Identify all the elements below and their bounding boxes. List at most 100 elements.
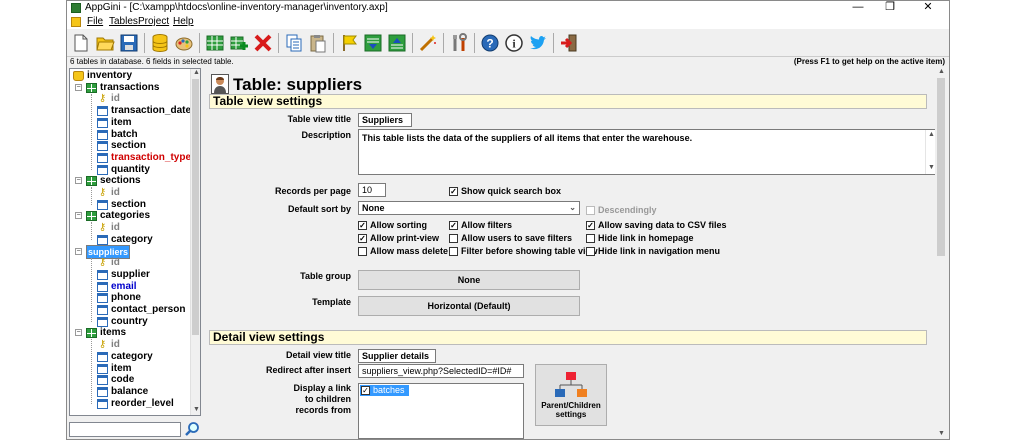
new-project-icon[interactable] (70, 32, 92, 54)
tree-scroll-thumb[interactable] (192, 79, 199, 335)
tree-field-suppliers-supplier[interactable]: supplier (97, 269, 150, 281)
scroll-down-icon[interactable]: ▼ (193, 406, 200, 413)
allow-print-view-checkbox[interactable]: ✓ Allow print-view (358, 233, 439, 243)
hide-homepage-checkbox[interactable]: Hide link in homepage (586, 233, 694, 243)
tree-field-suppliers-phone[interactable]: phone (97, 292, 141, 304)
info-icon[interactable]: i (503, 32, 525, 54)
add-table-icon[interactable] (204, 32, 226, 54)
tree-field-transactions-transaction_date[interactable]: transaction_date (97, 105, 191, 117)
database-icon[interactable] (149, 32, 171, 54)
hide-nav-checkbox[interactable]: Hide link in navigation menu (586, 246, 720, 256)
tree-field-suppliers-country[interactable]: country (97, 316, 148, 328)
allow-filters-checkbox[interactable]: ✓ Allow filters (449, 220, 512, 230)
tree-field-transactions-batch[interactable]: batch (97, 129, 138, 141)
theme-palette-icon[interactable] (173, 32, 195, 54)
detail-view-title-input[interactable]: Supplier details (358, 349, 436, 363)
restore-button[interactable]: ❐ (875, 1, 905, 15)
title-bar: AppGini - [C:\xampp\htdocs\online-invent… (67, 1, 949, 15)
open-project-icon[interactable] (94, 32, 116, 54)
menu-project[interactable]: Project (138, 15, 169, 29)
tree-field-suppliers-email[interactable]: email (97, 281, 137, 293)
tree-field-items-category-label: category (111, 350, 153, 362)
collapse-icon[interactable]: − (75, 83, 82, 91)
move-down-icon[interactable] (362, 32, 384, 54)
parent-children-settings-button[interactable]: Parent/Children settings (535, 364, 607, 426)
tree-field-sections-id[interactable]: ⚷ id (97, 187, 120, 199)
tree-field-items-id[interactable]: ⚷ id (97, 339, 120, 351)
tree-field-items-reorder_level[interactable]: reorder_level (97, 398, 174, 410)
project-tree[interactable]: inventory transactions − ⚷ id transaction_dat… (69, 68, 201, 416)
description-textarea[interactable]: This table lists the data of the supplie… (358, 129, 936, 175)
descending-checkbox[interactable]: Descendingly (586, 205, 657, 215)
tree-field-transactions-section[interactable]: section (97, 140, 146, 152)
magic-wand-icon[interactable] (417, 32, 439, 54)
tree-scrollbar[interactable]: ▲ ▼ (190, 69, 200, 415)
tree-field-transactions-quantity[interactable]: quantity (97, 164, 150, 176)
search-icon[interactable] (183, 420, 201, 438)
menu-file[interactable]: File (87, 15, 103, 29)
tree-field-sections-section[interactable]: section (97, 199, 146, 211)
key-icon: ⚷ (98, 339, 107, 351)
tools-icon[interactable] (448, 32, 470, 54)
main-scroll-thumb[interactable] (937, 78, 945, 256)
menu-tables[interactable]: Tables (109, 15, 138, 29)
tree-field-items-balance[interactable]: balance (97, 386, 148, 398)
tree-field-items-code[interactable]: code (97, 374, 134, 386)
template-button[interactable]: Horizontal (Default) (358, 296, 580, 316)
move-up-icon[interactable] (386, 32, 408, 54)
status-help-hint: (Press F1 to get help on the active item… (793, 57, 945, 66)
tree-field-categories-id[interactable]: ⚷ id (97, 222, 120, 234)
highlight-icon[interactable] (338, 32, 360, 54)
tree-table-sections-label: sections (100, 175, 141, 187)
main-scrollbar[interactable]: ▲ ▼ (935, 68, 947, 439)
collapse-icon[interactable]: − (75, 329, 82, 337)
tree-table-categories[interactable]: categories (86, 210, 150, 222)
table-view-title-input[interactable]: Suppliers (358, 113, 412, 127)
appgini-window: AppGini - [C:\xampp\htdocs\online-invent… (66, 0, 950, 440)
filter-before-checkbox[interactable]: Filter before showing table view (449, 246, 598, 256)
table-group-button[interactable]: None (358, 270, 580, 290)
records-per-page-input[interactable]: 10 (358, 183, 386, 197)
tree-field-transactions-transaction_type[interactable]: transaction_type (97, 152, 191, 164)
collapse-icon[interactable]: − (75, 177, 82, 185)
twitter-icon[interactable] (527, 32, 549, 54)
tree-field-transactions-id[interactable]: ⚷ id (97, 93, 120, 105)
collapse-icon[interactable]: − (75, 247, 82, 255)
default-sort-select[interactable]: None ⌄ (358, 201, 580, 215)
scroll-up-icon[interactable]: ▲ (938, 68, 945, 75)
scroll-up-icon[interactable]: ▲ (193, 69, 200, 76)
tree-table-suppliers[interactable]: suppliers (86, 244, 131, 259)
tree-field-items-item[interactable]: item (97, 363, 132, 375)
delete-icon[interactable] (252, 32, 274, 54)
add-field-icon[interactable] (228, 32, 250, 54)
scroll-down-icon[interactable]: ▼ (938, 430, 945, 437)
table-group-label: Table group (300, 271, 351, 281)
tree-field-suppliers-id[interactable]: ⚷ id (97, 257, 120, 269)
redirect-input[interactable]: suppliers_view.php?SelectedID=#ID# (358, 364, 524, 378)
children-list-item[interactable]: ✓ batches (360, 385, 409, 396)
minimize-button[interactable]: — (843, 1, 873, 15)
description-scrollbar[interactable]: ▲ ▼ (925, 130, 935, 174)
allow-mass-delete-checkbox[interactable]: Allow mass delete (358, 246, 448, 256)
tree-root-inventory[interactable]: inventory (73, 70, 132, 82)
tree-table-sections[interactable]: sections (86, 175, 141, 187)
close-button[interactable]: ✕ (913, 1, 943, 15)
children-records-list[interactable]: ✓ batches (358, 383, 524, 439)
tree-table-items[interactable]: items (86, 327, 126, 339)
csv-checkbox[interactable]: ✓ Allow saving data to CSV files (586, 220, 727, 230)
menu-help[interactable]: Help (173, 15, 194, 29)
allow-sorting-checkbox[interactable]: ✓ Allow sorting (358, 220, 427, 230)
exit-icon[interactable] (558, 32, 580, 54)
copy-icon[interactable] (283, 32, 305, 54)
save-project-icon[interactable] (118, 32, 140, 54)
quick-search-checkbox[interactable]: ✓ Show quick search box (449, 186, 561, 196)
tree-field-suppliers-contact_person[interactable]: contact_person (97, 304, 185, 316)
help-icon[interactable]: ? (479, 32, 501, 54)
tree-field-items-category[interactable]: category (97, 351, 153, 363)
tree-table-transactions[interactable]: transactions (86, 82, 159, 94)
paste-icon[interactable] (307, 32, 329, 54)
users-save-filters-checkbox[interactable]: Allow users to save filters (449, 233, 572, 243)
tree-field-transactions-item[interactable]: item (97, 117, 132, 129)
tree-search-input[interactable] (69, 422, 181, 437)
collapse-icon[interactable]: − (75, 212, 82, 220)
